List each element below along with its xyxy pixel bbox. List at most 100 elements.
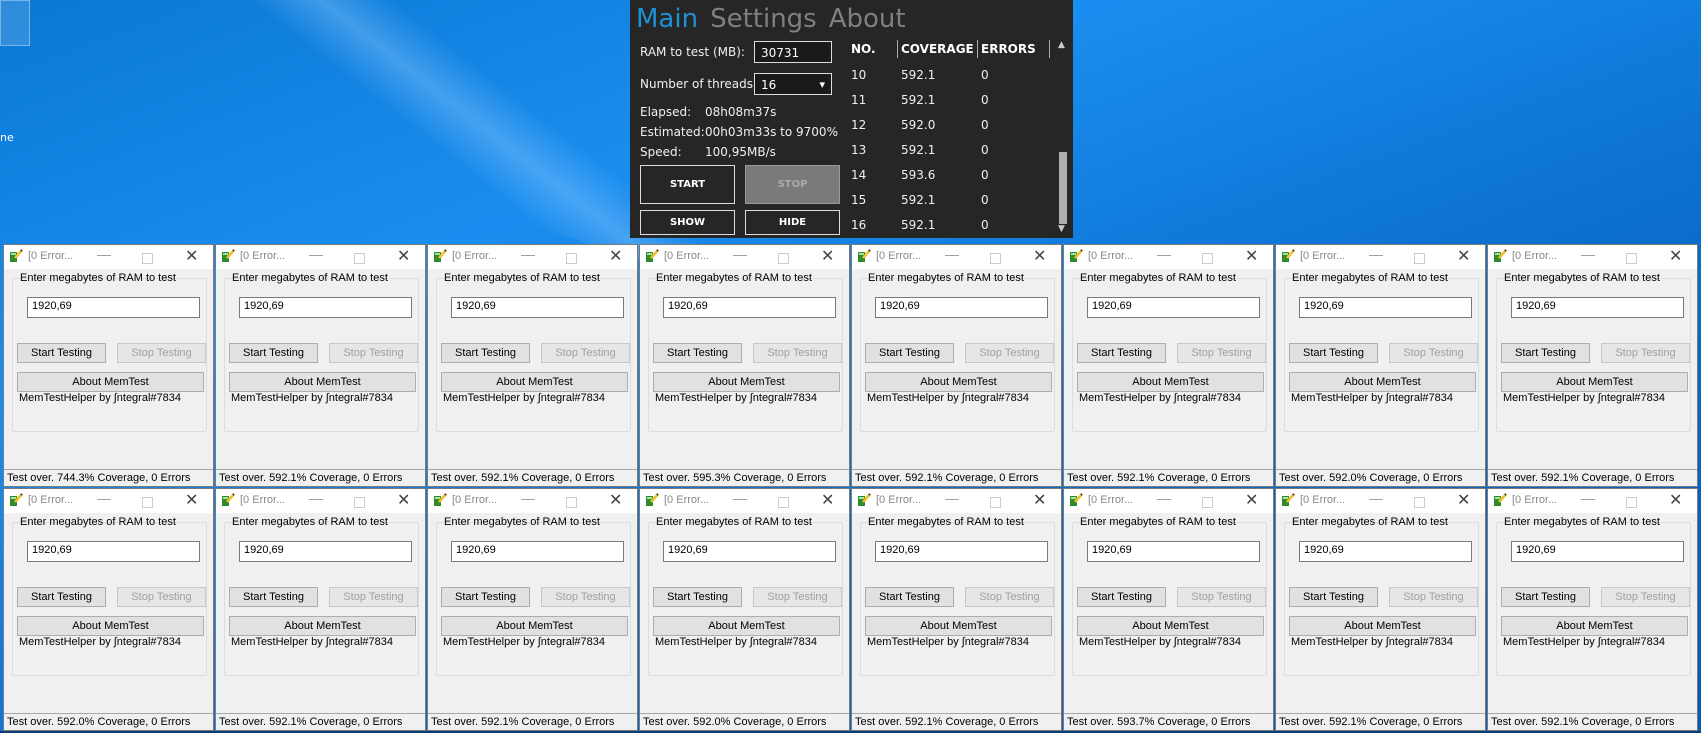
ram-input[interactable]: 1920,69 [27,541,200,562]
close-icon[interactable]: ✕ [1245,490,1258,510]
about-memtest-button[interactable]: About MemTest [1289,616,1476,636]
window-titlebar[interactable]: [0 Error... — ✕ [1488,245,1697,269]
ram-input[interactable]: 1920,69 [663,541,836,562]
maximize-icon[interactable] [1414,253,1425,264]
close-icon[interactable]: ✕ [1457,246,1470,266]
maximize-icon[interactable] [1202,497,1213,508]
ram-input[interactable]: 1920,69 [875,541,1048,562]
ram-input[interactable]: 30731 [754,41,832,63]
ram-input[interactable]: 1920,69 [451,297,624,318]
minimize-icon[interactable]: — [1369,490,1383,506]
start-testing-button[interactable]: Start Testing [653,587,742,607]
start-testing-button[interactable]: Start Testing [229,587,318,607]
start-testing-button[interactable]: Start Testing [1501,343,1590,363]
about-memtest-button[interactable]: About MemTest [229,372,416,392]
stop-testing-button[interactable]: Stop Testing [329,587,418,607]
close-icon[interactable]: ✕ [1457,490,1470,510]
minimize-icon[interactable]: — [1369,246,1383,262]
window-titlebar[interactable]: [0 Error... — ✕ [640,245,849,269]
scrollbar-thumb[interactable] [1059,152,1067,224]
window-titlebar[interactable]: [0 Error... — ✕ [216,245,425,269]
scroll-up-icon[interactable]: ▲ [1058,40,1065,50]
ram-input[interactable]: 1920,69 [239,541,412,562]
start-testing-button[interactable]: Start Testing [17,587,106,607]
stop-testing-button[interactable]: Stop Testing [965,343,1054,363]
ram-input[interactable]: 1920,69 [663,297,836,318]
stop-testing-button[interactable]: Stop Testing [541,587,630,607]
maximize-icon[interactable] [354,253,365,264]
close-icon[interactable]: ✕ [397,490,410,510]
minimize-icon[interactable]: — [309,246,323,262]
start-testing-button[interactable]: Start Testing [653,343,742,363]
maximize-icon[interactable] [566,497,577,508]
about-memtest-button[interactable]: About MemTest [653,616,840,636]
start-button[interactable]: START [640,165,735,204]
about-memtest-button[interactable]: About MemTest [1289,372,1476,392]
maximize-icon[interactable] [142,497,153,508]
about-memtest-button[interactable]: About MemTest [441,372,628,392]
minimize-icon[interactable]: — [1581,490,1595,506]
minimize-icon[interactable]: — [1157,490,1171,506]
ram-input[interactable]: 1920,69 [1511,297,1684,318]
window-titlebar[interactable]: [0 Error... — ✕ [640,489,849,513]
hide-button[interactable]: HIDE [745,210,840,235]
window-titlebar[interactable]: [0 Error... — ✕ [1276,245,1485,269]
window-titlebar[interactable]: [0 Error... — ✕ [4,489,213,513]
desktop-icon-label[interactable]: ne [0,131,14,144]
close-icon[interactable]: ✕ [1245,246,1258,266]
tab-about[interactable]: About [829,4,906,34]
start-testing-button[interactable]: Start Testing [1077,343,1166,363]
start-testing-button[interactable]: Start Testing [441,343,530,363]
maximize-icon[interactable] [1202,253,1213,264]
about-memtest-button[interactable]: About MemTest [1501,616,1688,636]
window-titlebar[interactable]: [0 Error... — ✕ [852,489,1061,513]
close-icon[interactable]: ✕ [185,490,198,510]
window-titlebar[interactable]: [0 Error... — ✕ [1276,489,1485,513]
stop-testing-button[interactable]: Stop Testing [1389,343,1478,363]
window-titlebar[interactable]: [0 Error... — ✕ [428,245,637,269]
ram-input[interactable]: 1920,69 [1299,297,1472,318]
minimize-icon[interactable]: — [521,490,535,506]
stop-testing-button[interactable]: Stop Testing [541,343,630,363]
start-testing-button[interactable]: Start Testing [865,343,954,363]
ram-input[interactable]: 1920,69 [1511,541,1684,562]
minimize-icon[interactable]: — [945,246,959,262]
start-testing-button[interactable]: Start Testing [1289,587,1378,607]
minimize-icon[interactable]: — [733,246,747,262]
close-icon[interactable]: ✕ [821,246,834,266]
window-titlebar[interactable]: [0 Error... — ✕ [216,489,425,513]
close-icon[interactable]: ✕ [1669,490,1682,510]
maximize-icon[interactable] [1626,497,1637,508]
stop-testing-button[interactable]: Stop Testing [1601,343,1690,363]
desktop-icon-tile[interactable] [0,0,30,46]
minimize-icon[interactable]: — [733,490,747,506]
about-memtest-button[interactable]: About MemTest [653,372,840,392]
ram-input[interactable]: 1920,69 [27,297,200,318]
stop-testing-button[interactable]: Stop Testing [329,343,418,363]
ram-input[interactable]: 1920,69 [1299,541,1472,562]
stop-testing-button[interactable]: Stop Testing [1389,587,1478,607]
stop-testing-button[interactable]: Stop Testing [965,587,1054,607]
scroll-down-icon[interactable]: ▼ [1058,224,1065,234]
ram-input[interactable]: 1920,69 [875,297,1048,318]
window-titlebar[interactable]: [0 Error... — ✕ [1064,245,1273,269]
minimize-icon[interactable]: — [945,490,959,506]
ram-input[interactable]: 1920,69 [1087,541,1260,562]
start-testing-button[interactable]: Start Testing [1289,343,1378,363]
minimize-icon[interactable]: — [309,490,323,506]
about-memtest-button[interactable]: About MemTest [1077,372,1264,392]
stop-testing-button[interactable]: Stop Testing [1601,587,1690,607]
maximize-icon[interactable] [778,497,789,508]
about-memtest-button[interactable]: About MemTest [1501,372,1688,392]
stop-testing-button[interactable]: Stop Testing [753,587,842,607]
threads-select[interactable]: 16 [754,73,832,96]
about-memtest-button[interactable]: About MemTest [441,616,628,636]
minimize-icon[interactable]: — [521,246,535,262]
window-titlebar[interactable]: [0 Error... — ✕ [428,489,637,513]
about-memtest-button[interactable]: About MemTest [1077,616,1264,636]
maximize-icon[interactable] [1414,497,1425,508]
start-testing-button[interactable]: Start Testing [1077,587,1166,607]
maximize-icon[interactable] [142,253,153,264]
table-scrollbar[interactable]: ▲ ▼ [1058,40,1068,236]
tab-main[interactable]: Main [636,4,698,34]
